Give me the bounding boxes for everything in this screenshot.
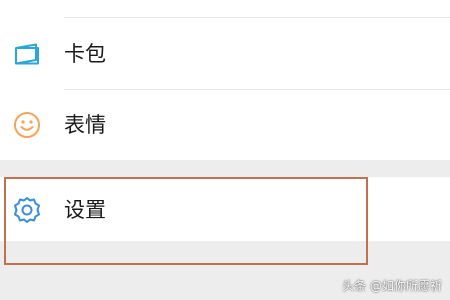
menu-item-label: 设置: [64, 198, 106, 222]
menu-item-card-wallet[interactable]: 卡包: [0, 22, 450, 86]
smiley-icon: [12, 110, 42, 140]
menu-item-label: 卡包: [64, 42, 106, 66]
card-wallet-icon: [12, 39, 42, 69]
gear-icon: [12, 195, 42, 225]
menu-item-label: 表情: [64, 113, 106, 137]
divider-middle: [64, 89, 450, 90]
watermark: 头条 @如你所愿祈: [342, 279, 442, 293]
menu-item-stickers[interactable]: 表情: [0, 94, 450, 158]
divider-top: [64, 17, 450, 18]
menu-item-settings[interactable]: 设置: [0, 177, 450, 241]
